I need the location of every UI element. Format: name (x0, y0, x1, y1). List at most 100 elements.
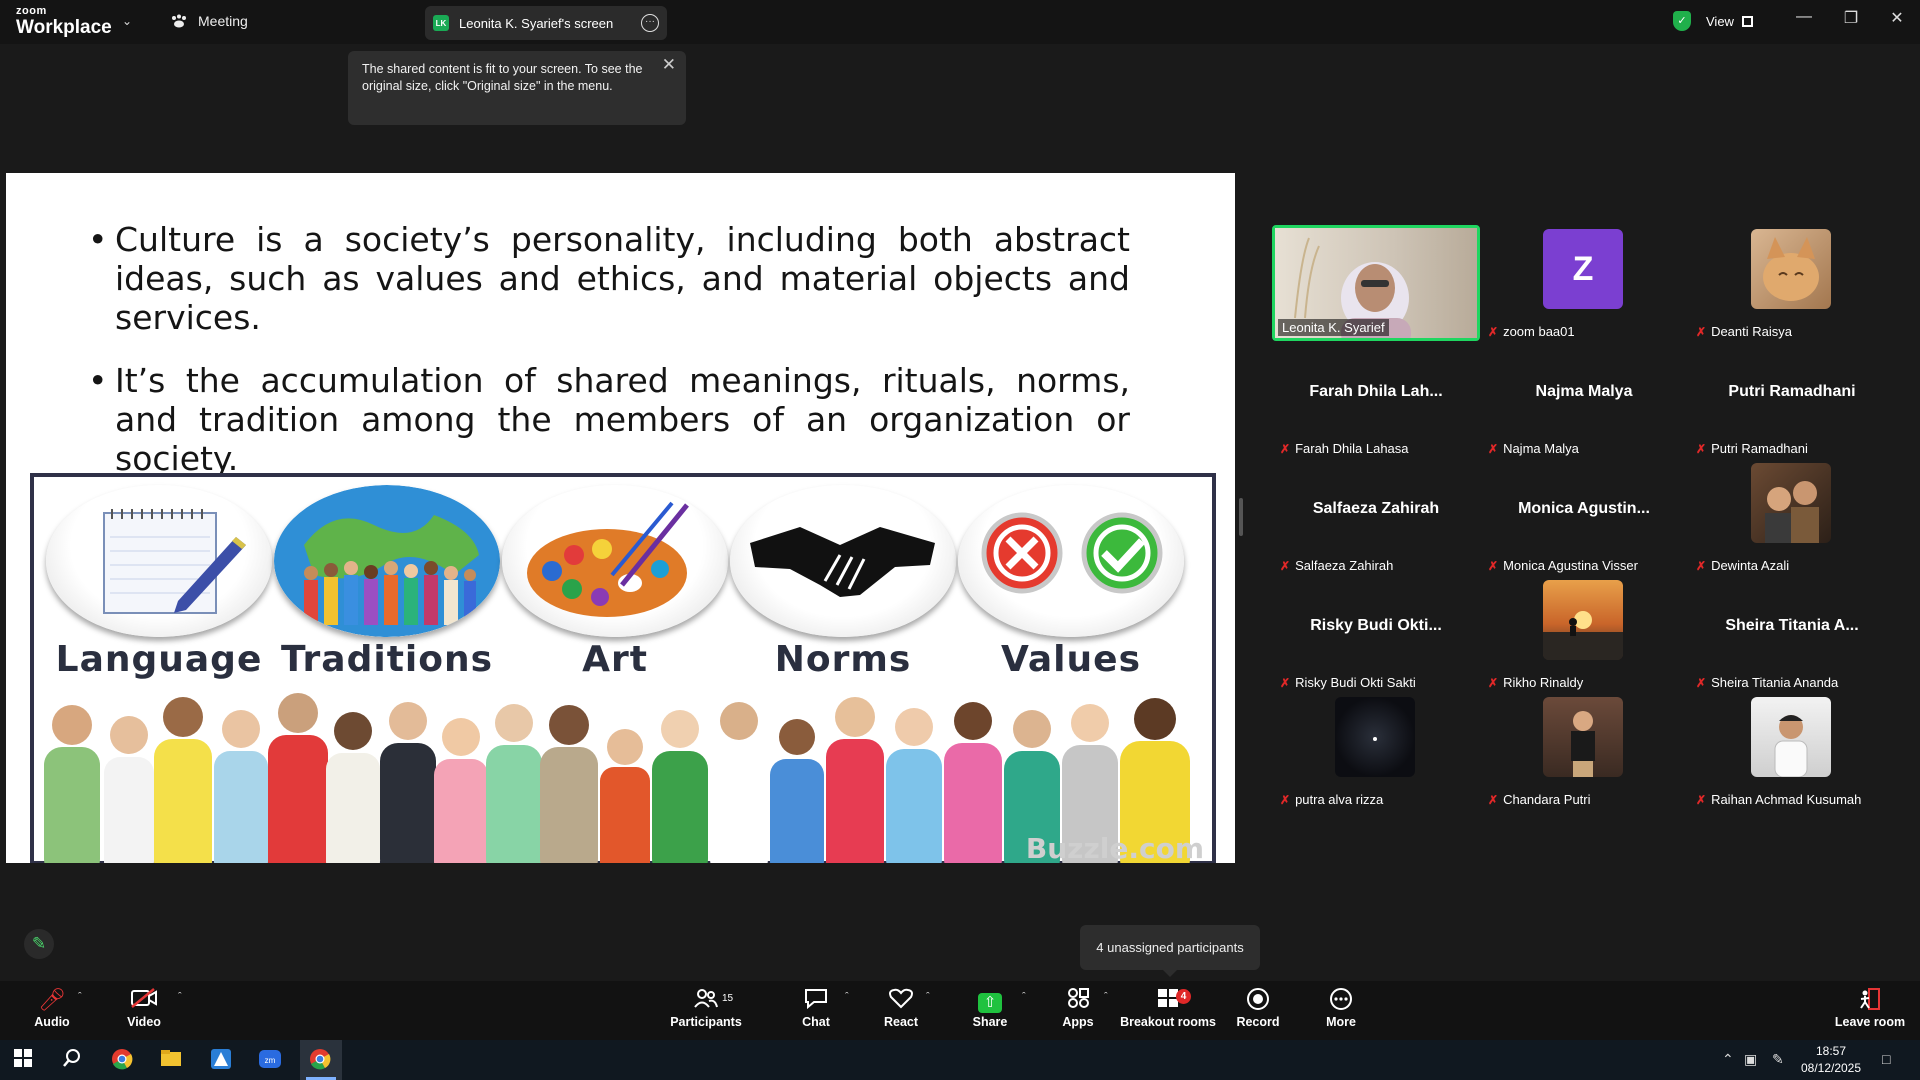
handshake-icon (750, 527, 935, 597)
participant-label: ✗ Putri Ramadhani (1696, 441, 1808, 456)
react-options-caret-icon[interactable]: ˆ (926, 991, 930, 1003)
apps-icon (1028, 987, 1128, 1013)
panel-resize-handle[interactable] (1239, 498, 1243, 536)
participant-name: Putri Ramadhani (1711, 441, 1808, 456)
chevron-down-icon[interactable]: ⌄ (122, 14, 132, 28)
participant-tile[interactable]: ✗ Raihan Achmad Kusumah (1688, 693, 1896, 809)
shared-screen-tab[interactable]: LK Leonita K. Syarief's screen ··· (425, 6, 667, 40)
participant-tile[interactable]: Monica Agustin... ✗ Monica Agustina Visse… (1480, 459, 1688, 575)
norms-circle (730, 485, 956, 637)
apps-button[interactable]: Apps (1028, 987, 1128, 1029)
close-window-icon[interactable]: ✕ (1882, 8, 1912, 28)
zoom-taskbar-icon[interactable]: zm (257, 1048, 283, 1072)
participant-tile[interactable]: Risky Budi Okti... ✗ Risky Budi Okti Sakt… (1272, 576, 1480, 692)
pen-workspace-icon[interactable]: ✎ (1772, 1051, 1784, 1068)
more-button[interactable]: More (1291, 987, 1391, 1029)
title-bar: zoom Workplace ⌄ Meeting LK Leonita K. S… (0, 0, 1920, 44)
avatar (1751, 463, 1831, 543)
close-tooltip-icon[interactable]: ✕ (662, 56, 676, 73)
logo-big-text: Workplace (16, 17, 112, 38)
apps-options-caret-icon[interactable]: ˆ (1104, 991, 1108, 1003)
chrome-icon[interactable] (109, 1048, 135, 1072)
participant-tile[interactable]: Putri Ramadhani ✗ Putri Ramadhani (1688, 342, 1896, 458)
values-circle (958, 485, 1184, 637)
breakout-badge: 4 (1176, 989, 1191, 1004)
notifications-icon[interactable]: □ (1882, 1051, 1890, 1067)
video-options-caret-icon[interactable]: ˆ (178, 991, 182, 1003)
annotate-pencil-icon[interactable]: ✎ (24, 929, 54, 959)
file-explorer-icon[interactable] (158, 1048, 184, 1072)
breakout-rooms-button[interactable]: Breakout rooms (1118, 987, 1218, 1029)
azure-data-studio-icon[interactable] (208, 1048, 234, 1072)
leave-room-icon (1820, 987, 1920, 1013)
system-clock[interactable]: 18:57 08/12/2025 (1786, 1043, 1876, 1077)
mic-muted-icon: ✗ (1488, 441, 1499, 456)
shared-screen-tab-label: Leonita K. Syarief's screen (459, 15, 614, 31)
bullet-dot: • (88, 361, 108, 400)
participant-name: Salfaeza Zahirah (1295, 558, 1394, 573)
slide-bullet-1: • Culture is a society’s personality, in… (88, 220, 1130, 337)
audio-options-caret-icon[interactable]: ˆ (78, 991, 82, 1003)
participants-gallery: Leonita K. Syarief Z ✗ zoom baa01 ✗ Deanti… (1262, 220, 1912, 820)
minimize-icon[interactable]: — (1789, 8, 1819, 26)
search-icon[interactable] (59, 1048, 85, 1072)
participants-button[interactable]: Participants (656, 987, 756, 1029)
participant-tile[interactable]: Leonita K. Syarief (1272, 225, 1480, 348)
view-button[interactable]: View (1706, 10, 1753, 32)
participant-tile[interactable]: ✗ Chandara Putri (1480, 693, 1688, 809)
participant-name: zoom baa01 (1503, 324, 1575, 339)
react-button[interactable]: React (851, 987, 951, 1029)
art-circle (502, 485, 728, 637)
participant-label: Leonita K. Syarief (1278, 319, 1389, 336)
participant-label: ✗ Farah Dhila Lahasa (1280, 441, 1409, 456)
restore-icon[interactable]: ❐ (1836, 8, 1866, 28)
participant-tile[interactable]: ✗ putra alva rizza (1272, 693, 1480, 809)
security-shield-icon[interactable]: ✓ (1673, 11, 1691, 31)
slide-bullet-2: • It’s the accumulation of shared meanin… (88, 361, 1130, 478)
svg-text:zm: zm (265, 1056, 276, 1065)
couple-photo-icon (1765, 481, 1819, 543)
participant-name: Rikho Rinaldy (1503, 675, 1584, 690)
participant-tile[interactable]: ✗ Deanti Raisya (1688, 225, 1896, 341)
participant-tile[interactable]: ✗ Rikho Rinaldy (1480, 576, 1688, 692)
leave-room-button[interactable]: Leave room (1820, 987, 1920, 1029)
participant-name: Farah Dhila Lahasa (1295, 441, 1409, 456)
share-label: Share (972, 1015, 1008, 1029)
mic-muted-icon: ✗ (1280, 792, 1291, 807)
participant-tile[interactable]: Sheira Titania A... ✗ Sheira Titania Anan… (1688, 576, 1896, 692)
grid-view-icon (1741, 15, 1753, 27)
portrait-photo-icon (1571, 711, 1595, 777)
windows-start-icon[interactable] (10, 1048, 36, 1072)
participants-count: 15 (722, 993, 734, 1004)
share-options-caret-icon[interactable]: ˆ (1022, 991, 1026, 1003)
zoom-workplace-logo[interactable]: zoom Workplace (16, 6, 112, 38)
show-hidden-icons-chevron-icon[interactable]: ⌃ (1722, 1051, 1734, 1068)
label-language: Language (55, 639, 263, 680)
participant-tile[interactable]: Z ✗ zoom baa01 (1480, 225, 1688, 341)
participant-display-name: Monica Agustin... (1518, 500, 1650, 517)
chrome-profile-icon[interactable] (307, 1048, 333, 1072)
participant-tile[interactable]: Najma Malya ✗ Najma Malya (1480, 342, 1688, 458)
participant-tile[interactable]: Farah Dhila Lah... ✗ Farah Dhila Lahasa (1272, 342, 1480, 458)
paint-palette-icon (527, 501, 689, 617)
mic-muted-icon: ✗ (1696, 441, 1707, 456)
more-label: More (1326, 1015, 1356, 1029)
participant-tile[interactable]: Salfaeza Zahirah ✗ Salfaeza Zahirah (1272, 459, 1480, 575)
meeting-tab[interactable]: Meeting (170, 13, 248, 29)
more-options-icon[interactable]: ··· (641, 14, 659, 32)
language-circle (46, 485, 272, 637)
bullet-text: Culture is a society’s personality, incl… (115, 220, 1130, 337)
fit-screen-tooltip: The shared content is fit to your screen… (348, 51, 686, 125)
participant-name: Chandara Putri (1503, 792, 1591, 807)
network-icon[interactable]: ▣ (1744, 1051, 1757, 1068)
participant-tile[interactable]: ✗ Dewinta Azali (1688, 459, 1896, 575)
audio-button[interactable]: 🎤︎ Audio (2, 987, 102, 1029)
avatar (1335, 697, 1415, 777)
participant-name: Sheira Titania Ananda (1711, 675, 1839, 690)
mic-muted-icon: ✗ (1280, 675, 1291, 690)
cross-check-icon (981, 512, 1163, 594)
chat-options-caret-icon[interactable]: ˆ (845, 991, 849, 1003)
participant-display-name: Salfaeza Zahirah (1312, 500, 1440, 517)
mic-muted-icon: ✗ (1696, 675, 1707, 690)
mic-muted-icon: ✗ (1696, 324, 1707, 339)
